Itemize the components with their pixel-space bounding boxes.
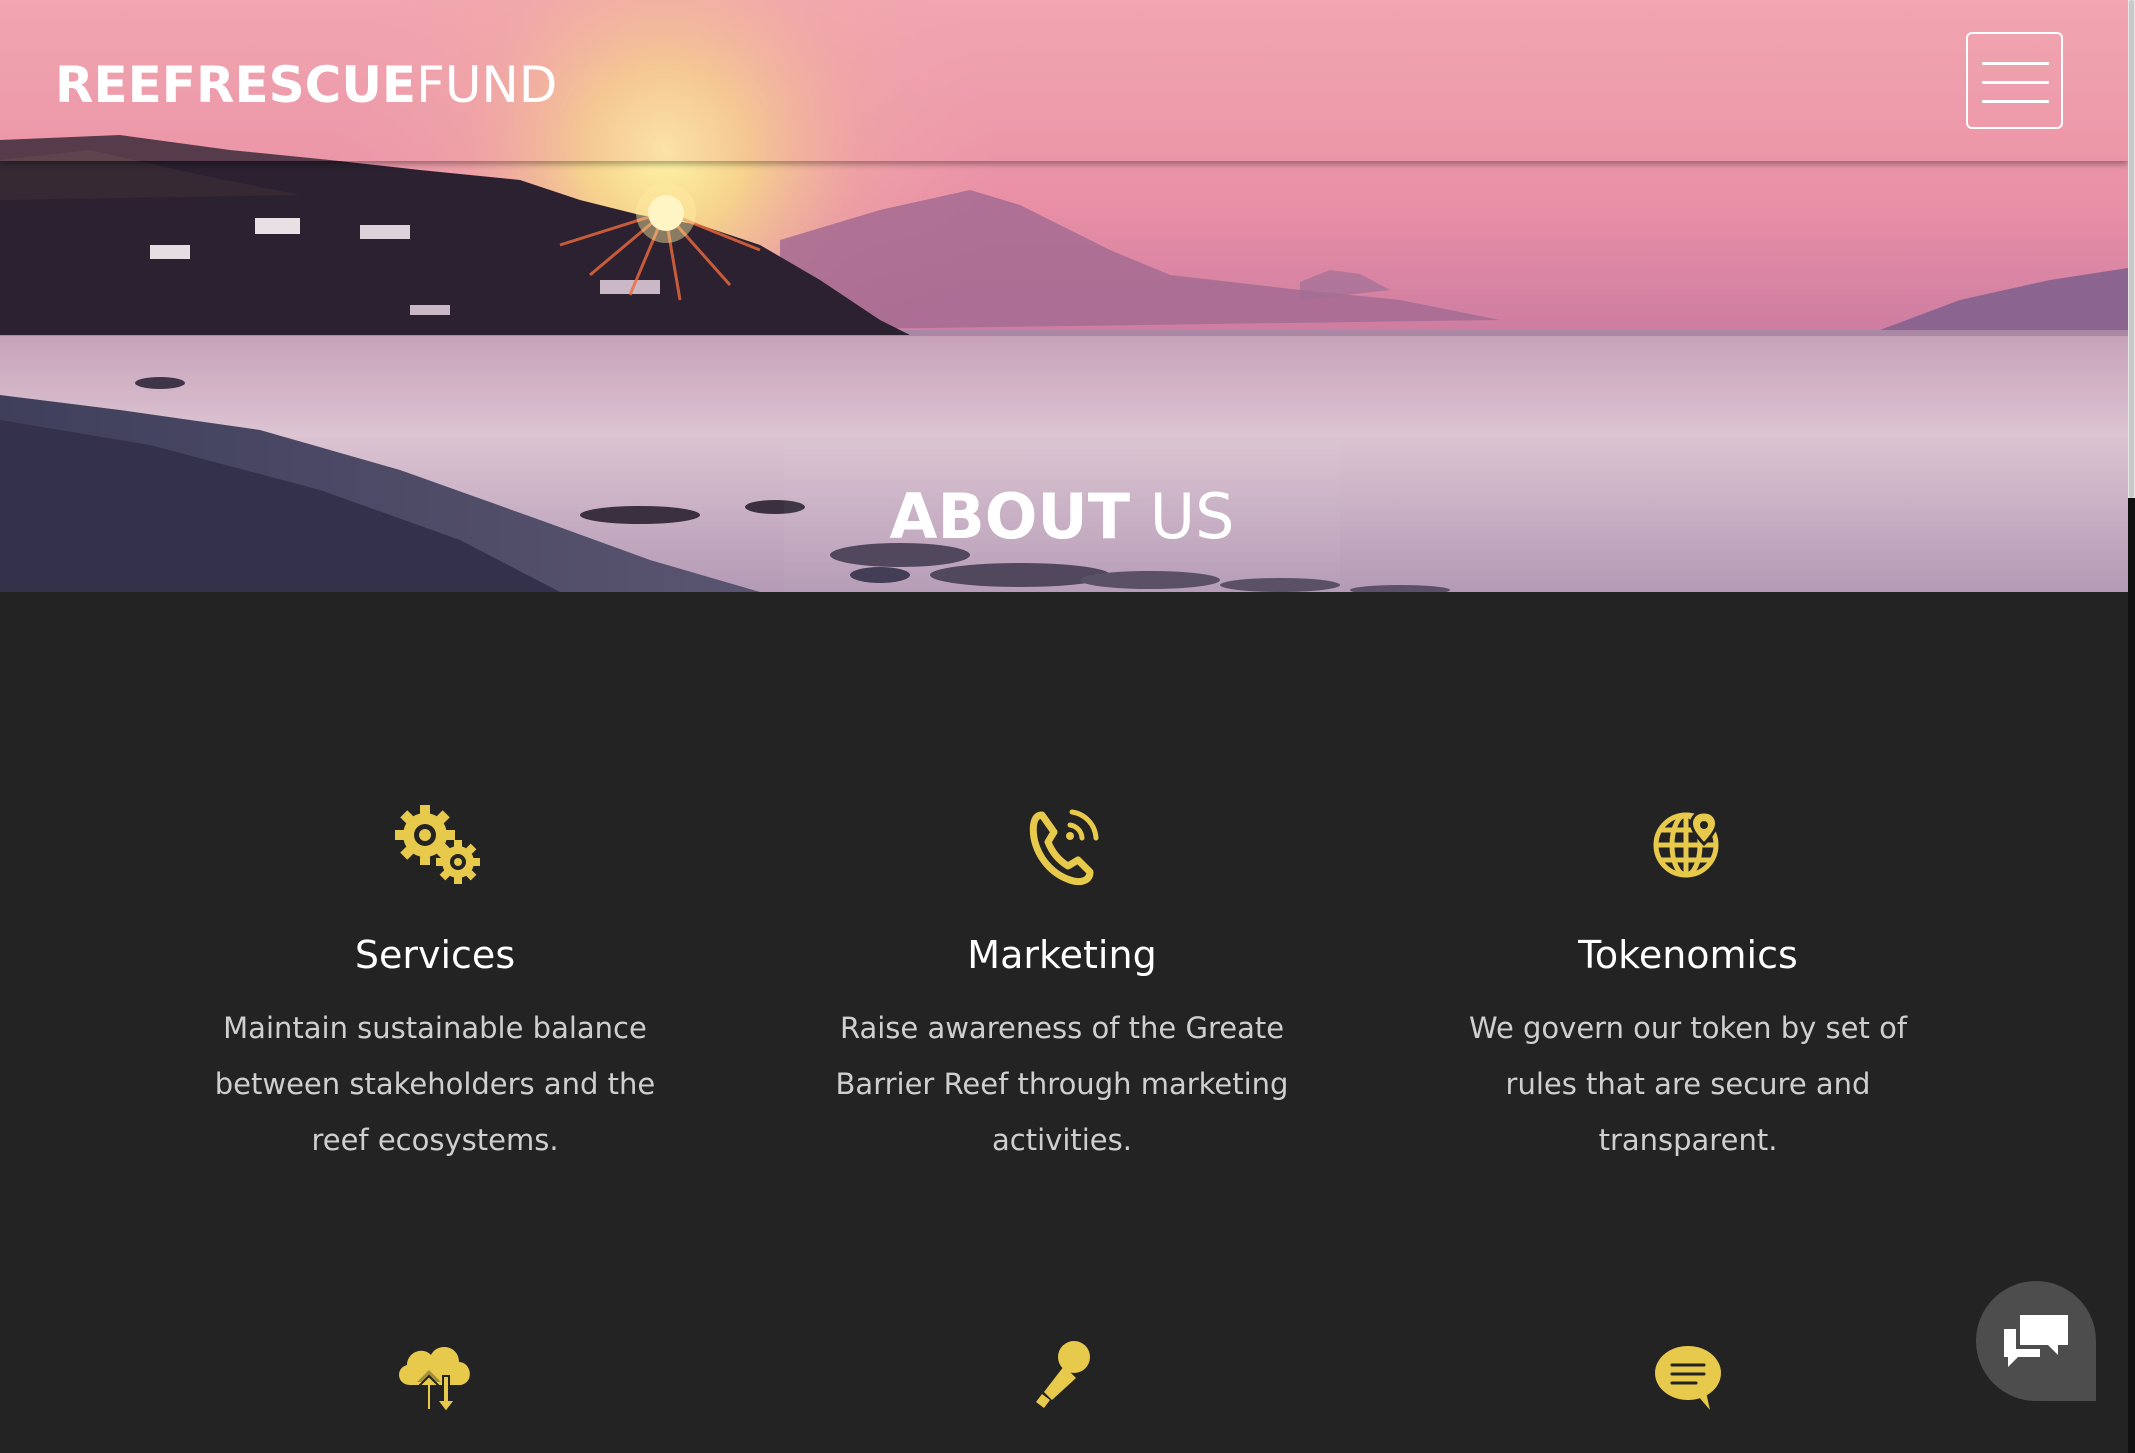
chat-bubble-icon — [1655, 1346, 1721, 1410]
microphone-icon — [1036, 1341, 1090, 1408]
hamburger-menu-icon — [1982, 62, 2049, 65]
gears-icon — [395, 805, 480, 884]
chat-messages-icon — [2004, 1315, 2068, 1367]
feature-description: Maintain sustainable balance between sta… — [214, 1011, 656, 1157]
feature-title: Services — [354, 933, 516, 977]
cloud-upload-download-icon — [399, 1346, 470, 1414]
feature-services: Services Maintain sustainable balance be… — [175, 0, 695, 1453]
hamburger-bar — [1982, 81, 2049, 84]
feature-title: Tokenomics — [1578, 933, 1798, 977]
feature-tokenomics: Tokenomics We govern our token by set of… — [1428, 0, 1948, 1453]
phone-ringing-icon — [1029, 809, 1099, 886]
hamburger-bar — [1982, 100, 2049, 103]
feature-marketing: Marketing Raise awareness of the Greate … — [802, 0, 1322, 1453]
feature-description: Raise awareness of the Greate Barrier Re… — [835, 1011, 1289, 1157]
hamburger-menu-button[interactable] — [1966, 32, 2063, 129]
feature-description: We govern our token by set of rules that… — [1468, 1011, 1908, 1157]
right-edge — [2128, 498, 2135, 1453]
globe-pin-icon — [1653, 810, 1719, 878]
scrollbar-thumb[interactable] — [2129, 0, 2134, 498]
feature-title: Marketing — [967, 933, 1157, 977]
chat-widget-button[interactable] — [1976, 1281, 2096, 1401]
